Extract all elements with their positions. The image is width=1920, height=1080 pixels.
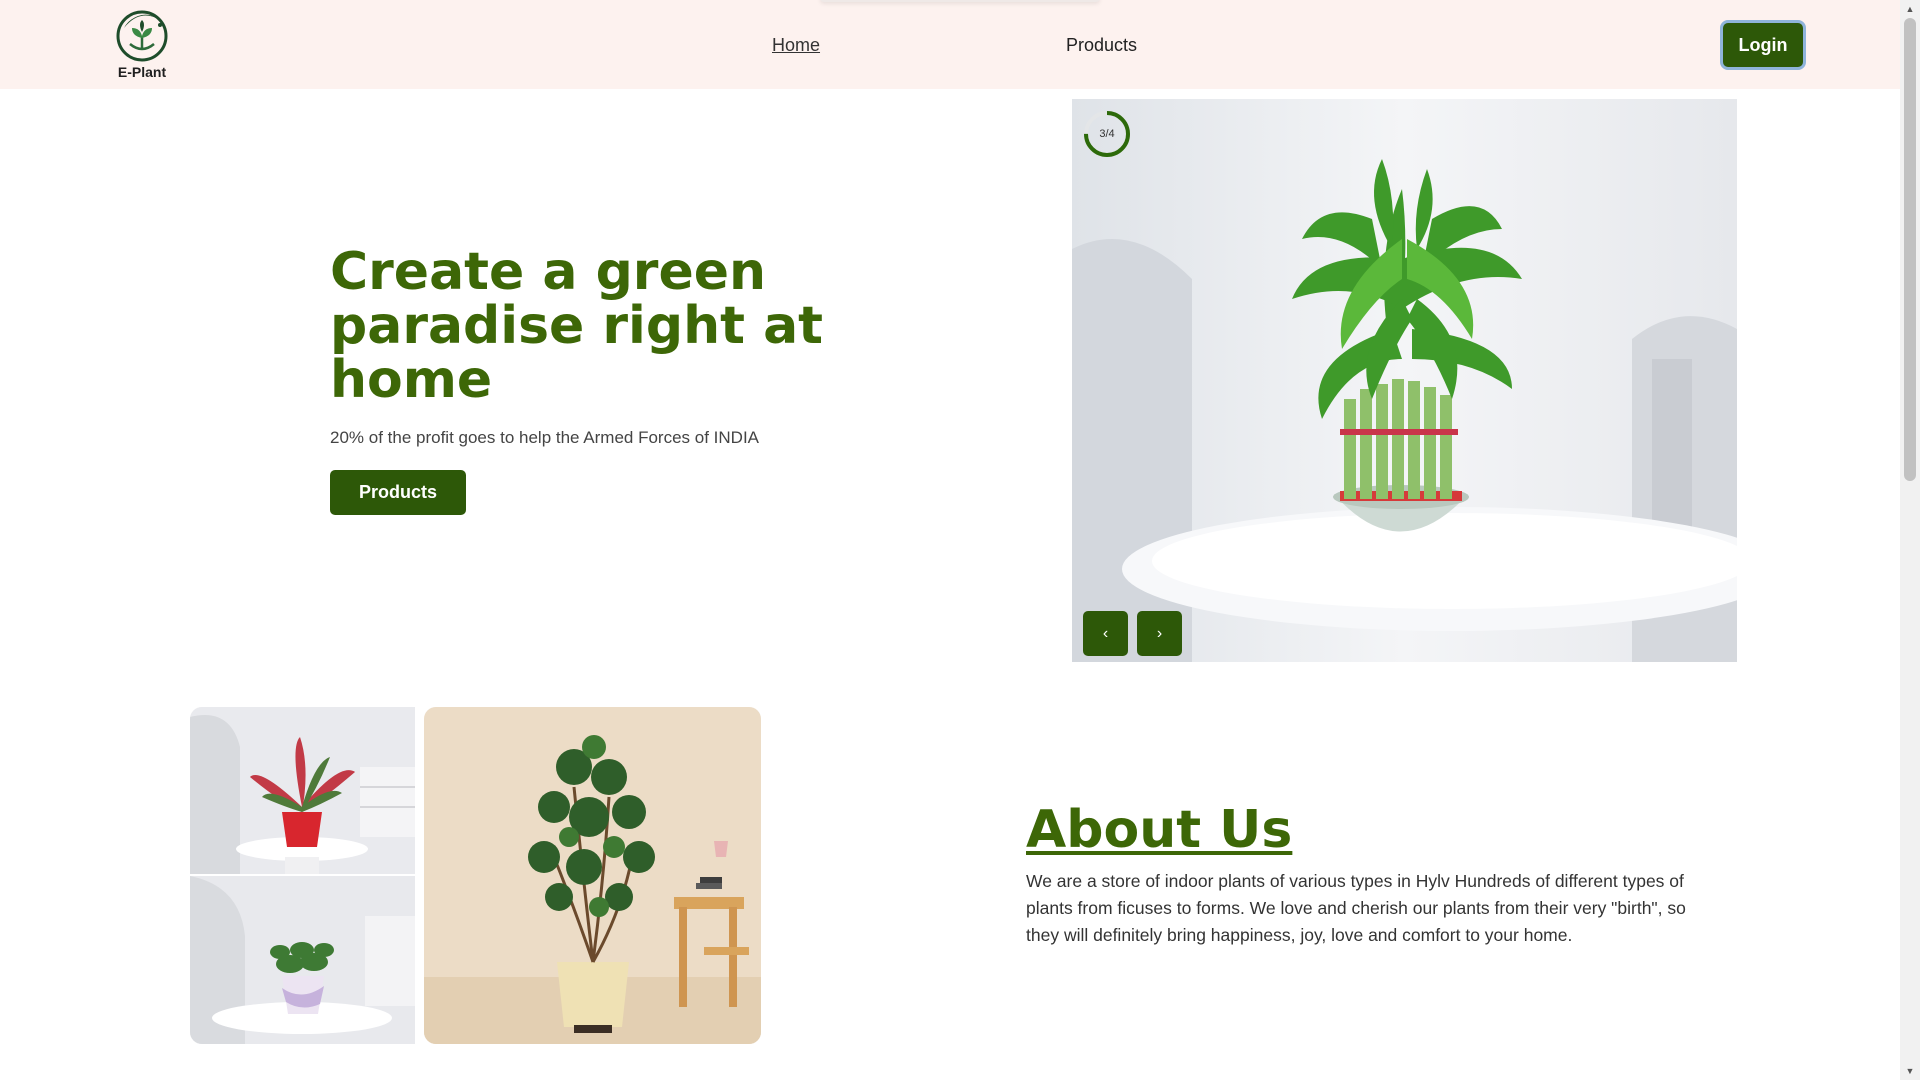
nav-link-home[interactable]: Home: [772, 35, 820, 56]
hero-carousel: 3/4 ‹ ›: [1072, 99, 1737, 662]
scroll-up-arrow-icon[interactable]: ▲: [1900, 0, 1920, 18]
carousel-slide-image: [1072, 99, 1737, 662]
gallery-image-red-plant: [190, 707, 415, 874]
login-button[interactable]: Login: [1720, 20, 1806, 70]
page-scrollbar[interactable]: ▲ ▼: [1900, 0, 1920, 1080]
about-title: About Us: [1026, 800, 1293, 860]
hero-subtitle: 20% of the profit goes to help the Armed…: [330, 428, 760, 447]
hero-products-button[interactable]: Products: [330, 470, 466, 515]
scrollbar-thumb[interactable]: [1904, 18, 1916, 481]
chevron-left-icon: ‹: [1102, 624, 1109, 642]
gallery-image-tall-plant: [424, 707, 761, 1044]
nav-shadow-pill: [820, 0, 1100, 2]
navbar: E-Plant Home Products Login: [0, 0, 1900, 89]
slide-counter: 3/4: [1082, 109, 1132, 159]
logo-text: E-Plant: [117, 64, 167, 80]
carousel-prev-button[interactable]: ‹: [1083, 611, 1128, 656]
carousel-next-button[interactable]: ›: [1137, 611, 1182, 656]
slide-counter-text: 3/4: [1099, 128, 1115, 140]
plant-logo-icon: [116, 10, 168, 62]
nav-link-products[interactable]: Products: [1066, 35, 1137, 56]
hero-title: Create a green paradise right at home: [330, 242, 824, 410]
logo[interactable]: E-Plant: [110, 6, 174, 82]
gallery-image-small-plant: [190, 876, 415, 1044]
scroll-down-arrow-icon[interactable]: ▼: [1900, 1062, 1920, 1080]
about-text: We are a store of indoor plants of vario…: [1026, 871, 1686, 945]
chevron-right-icon: ›: [1156, 624, 1163, 642]
